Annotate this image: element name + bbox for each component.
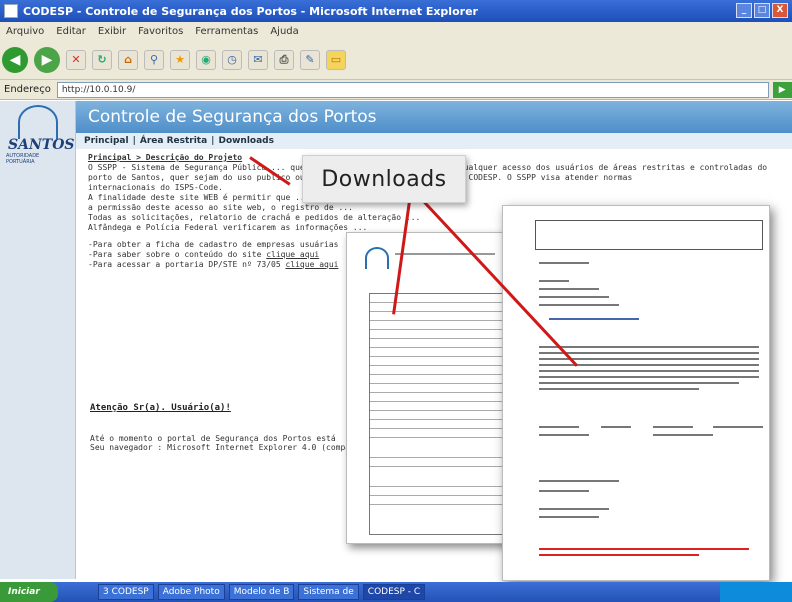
doc-form-table	[369, 293, 503, 535]
downloads-callout: Downloads	[302, 155, 466, 203]
doc-logo-icon	[365, 247, 389, 269]
doc-header-line	[395, 253, 495, 255]
nav-area-restrita[interactable]: Área Restrita	[140, 136, 207, 146]
window-titlebar: CODESP - Controle de Segurança dos Porto…	[0, 0, 792, 22]
doc-title-box	[535, 220, 763, 250]
form-document-preview	[346, 232, 506, 544]
page-header: Controle de Segurança dos Portos	[76, 101, 792, 133]
stop-icon[interactable]: ✕	[66, 49, 86, 70]
nav-downloads[interactable]: Downloads	[218, 136, 274, 146]
logo-subtitle: AUTORIDADE PORTUÁRIA	[6, 153, 40, 165]
browser-note: Até o momento o portal de Segurança dos …	[90, 434, 350, 452]
edit-icon[interactable]: ✎	[300, 49, 320, 70]
task-sistema[interactable]: Sistema de	[298, 584, 359, 600]
browser-toolbar: ◀ ▶ ✕ ↻ ⌂ ⚲ ★ ◉ ◷ ✉ ⎙ ✎ ▭	[0, 40, 792, 80]
nav-principal[interactable]: Principal	[84, 136, 129, 146]
letter-document-preview	[502, 205, 770, 581]
address-input[interactable]: http://10.0.10.9/	[56, 81, 769, 98]
minimize-button[interactable]: _	[736, 3, 752, 18]
window-title: CODESP - Controle de Segurança dos Porto…	[23, 4, 478, 18]
start-button[interactable]: Iniciar	[0, 582, 58, 602]
close-button[interactable]: X	[772, 3, 788, 18]
link-portaria[interactable]: clique aqui	[285, 260, 338, 269]
task-codesp-ie[interactable]: CODESP - C	[362, 584, 426, 600]
note-line-2: Seu navegador : Microsoft Internet Explo…	[90, 443, 351, 452]
task-codesp-folder[interactable]: 3 CODESP	[98, 584, 154, 600]
menu-ferramentas[interactable]: Ferramentas	[195, 26, 258, 37]
santos-logo-icon	[18, 105, 58, 139]
address-bar: Endereço http://10.0.10.9/ ▶	[0, 80, 792, 100]
menu-bar: Arquivo Editar Exibir Favoritos Ferramen…	[0, 22, 792, 40]
menu-exibir[interactable]: Exibir	[98, 26, 126, 37]
address-label: Endereço	[4, 84, 51, 95]
history-icon[interactable]: ◷	[222, 49, 242, 70]
ie-icon	[4, 4, 18, 18]
back-icon[interactable]: ◀	[2, 46, 28, 73]
task-modelo[interactable]: Modelo de B	[228, 584, 295, 600]
logo-column: SANTOS AUTORIDADE PORTUÁRIA	[0, 101, 76, 579]
media-icon[interactable]: ◉	[196, 49, 216, 70]
task-photoshop[interactable]: Adobe Photo	[157, 584, 225, 600]
forward-icon[interactable]: ▶	[34, 46, 60, 73]
link-site-content[interactable]: clique aqui	[266, 250, 319, 259]
menu-editar[interactable]: Editar	[56, 26, 86, 37]
home-icon[interactable]: ⌂	[118, 49, 138, 70]
go-icon[interactable]: ▶	[772, 81, 792, 98]
menu-favoritos[interactable]: Favoritos	[138, 26, 183, 37]
system-tray	[720, 582, 792, 602]
print-icon[interactable]: ⎙	[274, 49, 294, 70]
favorites-icon[interactable]: ★	[170, 49, 190, 70]
menu-arquivo[interactable]: Arquivo	[6, 26, 44, 37]
mail-icon[interactable]: ✉	[248, 49, 268, 70]
logo-name: SANTOS	[8, 137, 75, 153]
maximize-button[interactable]: □	[754, 3, 770, 18]
note-line-1: Até o momento o portal de Segurança dos …	[90, 434, 336, 443]
refresh-icon[interactable]: ↻	[92, 49, 112, 70]
menu-ajuda[interactable]: Ajuda	[270, 26, 298, 37]
taskbar: Iniciar 3 CODESP Adobe Photo Modelo de B…	[0, 582, 792, 602]
folder-icon[interactable]: ▭	[326, 49, 346, 70]
search-icon[interactable]: ⚲	[144, 49, 164, 70]
site-nav: Principal | Área Restrita | Downloads	[76, 133, 792, 149]
attention-heading: Atenção Sr(a). Usuário(a)!	[90, 403, 231, 413]
